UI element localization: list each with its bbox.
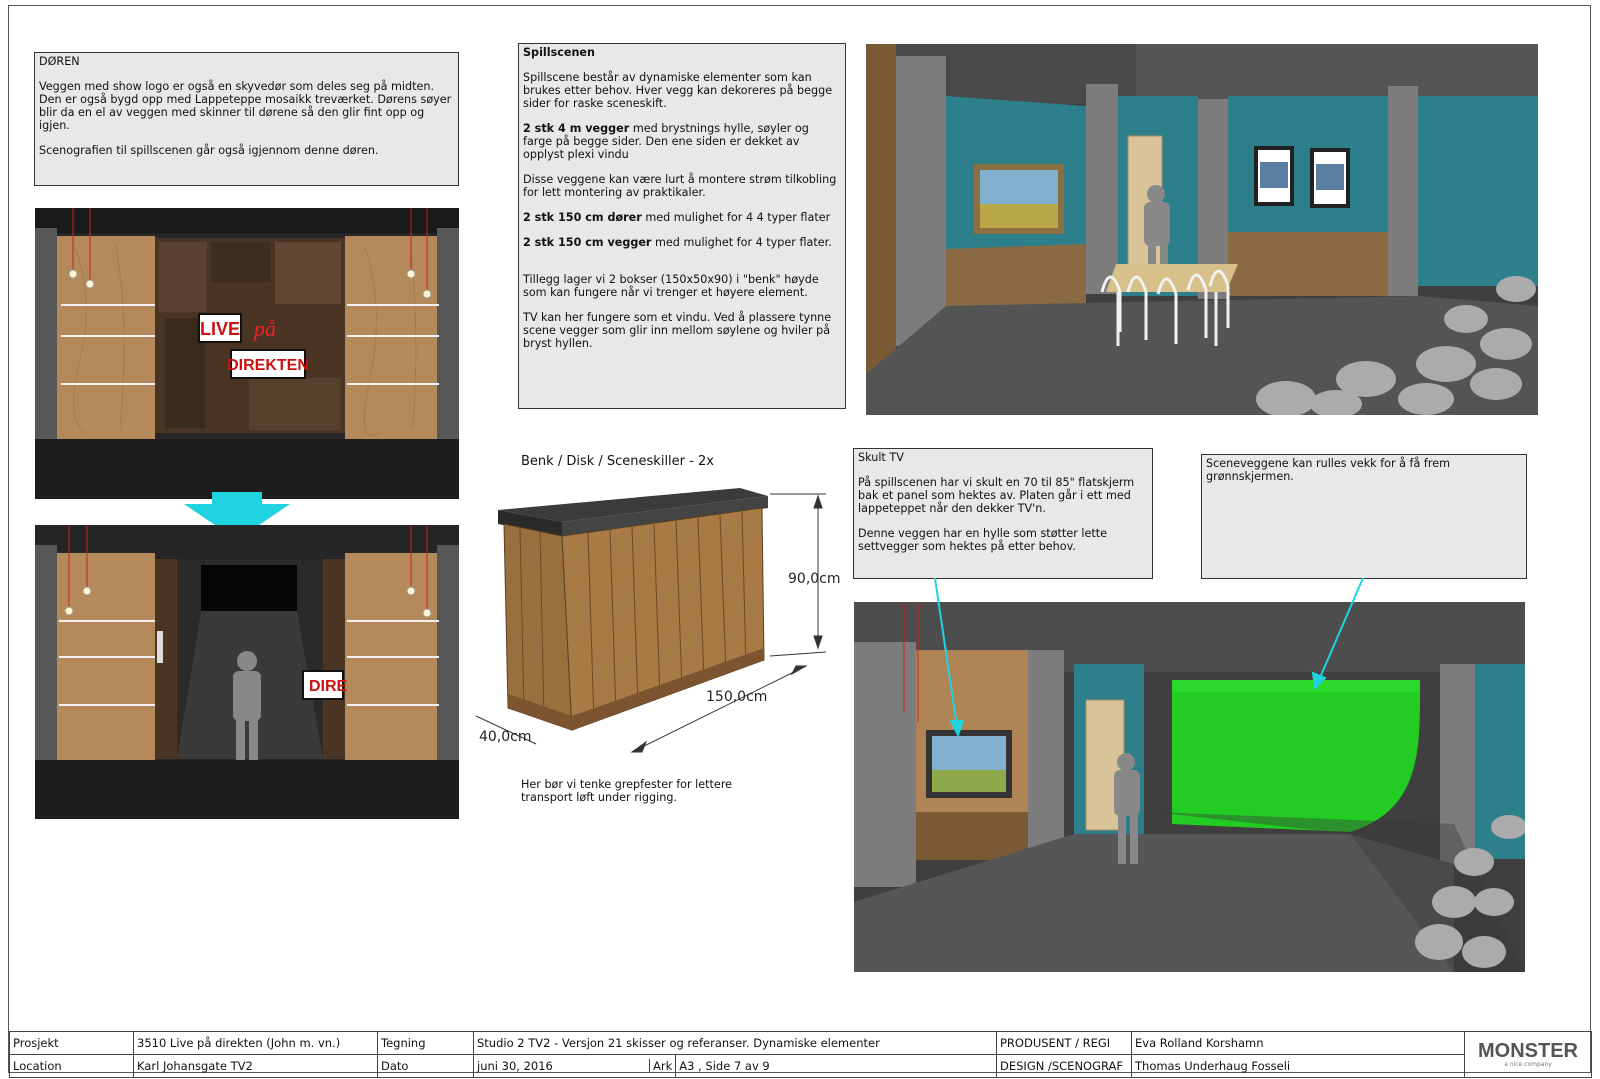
- tb-design-label: DESIGN /SCENOGRAF: [996, 1054, 1132, 1078]
- tb-dato: juni 30, 2016 Ark: [472, 1054, 677, 1078]
- door-note: DØREN Veggen med show logo er også en sk…: [34, 52, 459, 186]
- door-note-text-2: Scenografien til spillscenen går også ig…: [39, 144, 379, 157]
- stage-note-doors-bold: 2 stk 150 cm dører: [523, 211, 642, 224]
- sign-live: LIVE: [200, 319, 240, 339]
- tb-prosjekt: 3510 Live på direkten (John m. vn.): [133, 1031, 378, 1055]
- stage-note-doors: 2 stk 150 cm dører med mulighet for 4 4 …: [523, 211, 841, 224]
- stage-note-walls150: 2 stk 150 cm vegger med mulighet for 4 t…: [523, 236, 841, 249]
- logo-text: MONSTER: [1478, 1040, 1578, 1062]
- tb-ark: A3 , Side 7 av 9: [675, 1054, 997, 1078]
- tb-produsent: Eva Rolland Korshamn: [1131, 1031, 1465, 1055]
- stage-note-walls-bold: 2 stk 4 m vegger: [523, 122, 630, 135]
- tb-ark-label: Ark: [649, 1059, 672, 1073]
- green-screen-note-text: Sceneveggene kan rulles vekk for å få fr…: [1206, 457, 1450, 483]
- sign-dire: DIRE: [309, 678, 348, 695]
- tv-note: Skult TV På spillscenen har vi skult en …: [853, 448, 1153, 579]
- tb-tegning-label: Tegning: [377, 1031, 474, 1055]
- tb-dato-label: Dato: [377, 1054, 474, 1078]
- tb-dato-value: juni 30, 2016: [477, 1059, 553, 1073]
- tb-location: Karl Johansgate TV2: [133, 1054, 378, 1078]
- tb-tegning: Studio 2 TV2 - Versjon 21 skisser og ref…: [473, 1031, 997, 1055]
- leader-arrow-green-icon: [1311, 671, 1327, 691]
- green-screen-note: Sceneveggene kan rulles vekk for å få fr…: [1201, 454, 1527, 579]
- bench-width-dim: 150,0cm: [706, 689, 768, 705]
- logo-subtext: a nice company: [1504, 1061, 1552, 1068]
- bench-height-dim: 90,0cm: [788, 571, 841, 587]
- title-block: Prosjekt 3510 Live på direkten (John m. …: [9, 1031, 1592, 1078]
- bench-drawing: [475, 488, 827, 753]
- sign-pa: på: [252, 316, 276, 341]
- bench-depth-dim: 40,0cm: [479, 729, 532, 745]
- stage-note-walls150-bold: 2 stk 150 cm vegger: [523, 236, 652, 249]
- stage-note-walls150-rest: med mulighet for 4 typer flater.: [651, 236, 832, 249]
- stage-note-walls: 2 stk 4 m vegger med brystnings hylle, s…: [523, 122, 841, 161]
- bench-title: Benk / Disk / Sceneskiller - 2x: [521, 454, 714, 469]
- tb-prosjekt-label: Prosjekt: [9, 1031, 134, 1055]
- tb-location-label: Location: [9, 1054, 134, 1078]
- render-door-open: DIRE: [35, 525, 459, 819]
- render-dining-set: [866, 44, 1538, 415]
- sign-direkten: DIREKTEN: [227, 357, 309, 374]
- tb-design: Thomas Underhaug Fosseli: [1131, 1054, 1465, 1078]
- tv-note-text-2: Denne veggen har en hylle som støtter le…: [858, 527, 1107, 553]
- tv-note-text: På spillscenen har vi skult en 70 til 85…: [858, 476, 1135, 515]
- stage-note-tv: TV kan her fungere som et vindu. Ved å p…: [523, 311, 832, 350]
- door-note-title: DØREN: [39, 55, 80, 68]
- bench-caption: Her bør vi tenke grepfester for lettere …: [521, 778, 733, 804]
- door-note-text: Veggen med show logo er også en skyvedør…: [39, 80, 452, 132]
- stage-note-power: Disse veggene kan være lurt å montere st…: [523, 173, 837, 199]
- leader-arrow-tv-icon: [949, 720, 965, 738]
- stage-note-title: Spillscenen: [523, 46, 595, 59]
- monster-logo: MONSTER a nice company: [1464, 1031, 1592, 1078]
- leader-arrows: [934, 577, 1364, 738]
- tv-note-title: Skult TV: [858, 451, 904, 464]
- tb-produsent-label: PRODUSENT / REGI: [996, 1031, 1132, 1055]
- stage-note-intro: Spillscene består av dynamiske elementer…: [523, 71, 833, 110]
- stage-note: Spillscenen Spillscene består av dynamis…: [518, 43, 846, 409]
- render-door-closed: LIVE på DIREKTEN: [35, 208, 459, 499]
- stage-note-boxes: Tillegg lager vi 2 bokser (150x50x90) i …: [523, 273, 819, 299]
- stage-note-doors-rest: med mulighet for 4 4 typer flater: [641, 211, 831, 224]
